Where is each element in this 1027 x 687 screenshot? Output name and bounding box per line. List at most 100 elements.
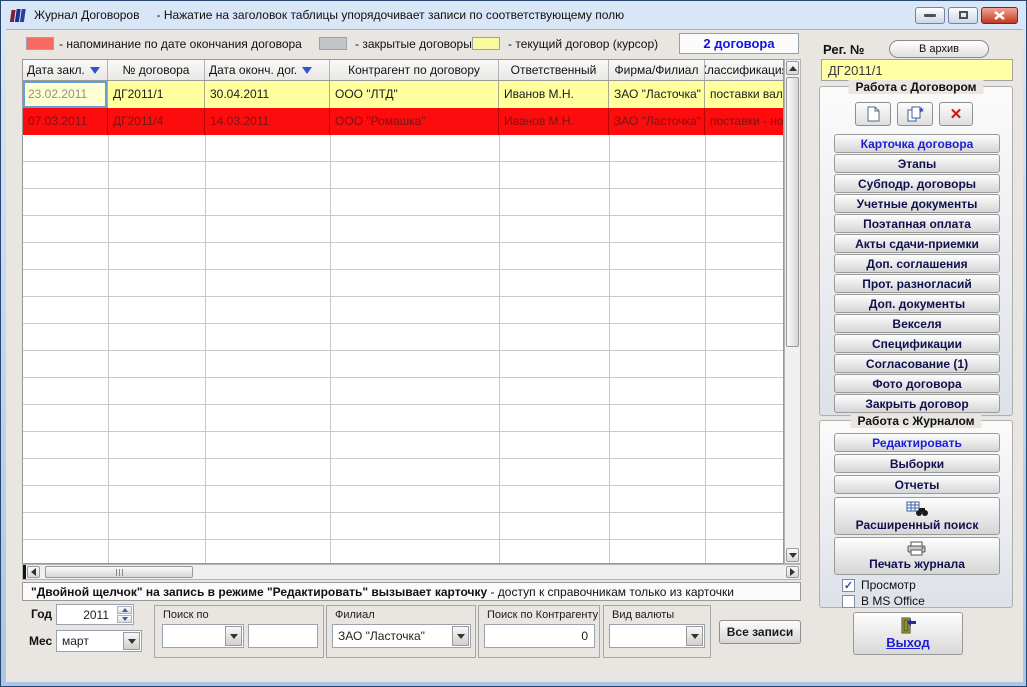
stages-button[interactable]: Этапы <box>834 154 1000 173</box>
cell-classification[interactable]: поставки валют <box>705 81 783 108</box>
currency-select[interactable] <box>609 624 705 648</box>
close-button[interactable] <box>981 6 1018 24</box>
column-header-date-start[interactable]: Дата закл. <box>23 60 108 80</box>
scroll-down-button[interactable] <box>786 548 799 562</box>
maximize-icon <box>958 11 968 19</box>
close-contract-button[interactable]: Закрыть договор <box>834 394 1000 413</box>
new-contract-button[interactable] <box>855 102 891 126</box>
maximize-button[interactable] <box>948 6 978 24</box>
column-header-responsible[interactable]: Ответственный <box>499 60 609 80</box>
currency-group: Вид валюты <box>603 605 711 658</box>
column-header-contractor[interactable]: Контрагент по договору <box>330 60 499 80</box>
promissory-notes-button[interactable]: Векселя <box>834 314 1000 333</box>
preview-checkbox-row[interactable]: ✓ Просмотр <box>842 578 916 592</box>
status-bar: "Двойной щелчок" на запись в режиме "Ред… <box>22 582 801 601</box>
arrow-left-icon <box>31 568 36 576</box>
scroll-left-button[interactable] <box>27 566 40 578</box>
cell-responsible[interactable]: Иванов М.Н. <box>499 81 609 108</box>
delete-x-icon: ✕ <box>949 105 963 123</box>
minimize-button[interactable] <box>915 6 945 24</box>
cell-responsible[interactable]: Иванов М.Н. <box>499 108 609 135</box>
preview-checkbox[interactable]: ✓ <box>842 578 855 592</box>
reg-number-field[interactable]: ДГ2011/1 <box>821 59 1013 81</box>
cell-firm[interactable]: ЗАО "Ласточка" <box>609 108 705 135</box>
column-header-date-end[interactable]: Дата оконч. дог. <box>205 60 330 80</box>
vertical-scroll-thumb[interactable] <box>786 77 799 347</box>
staged-payment-button[interactable]: Поэтапная оплата <box>834 214 1000 233</box>
cell-number[interactable]: ДГ2011/4 <box>108 108 205 135</box>
sort-desc-icon <box>302 66 313 74</box>
column-header-number[interactable]: № договора <box>108 60 205 80</box>
scroll-up-button[interactable] <box>786 61 799 75</box>
cell-date-start[interactable]: 07.03.2011 <box>23 108 108 135</box>
cell-contractor[interactable]: ООО "ЛТД" <box>330 81 499 108</box>
branch-select[interactable]: ЗАО "Ласточка" <box>332 624 471 648</box>
table-row-reminder[interactable]: 07.03.2011 ДГ2011/4 14.03.2011 ООО "Рома… <box>23 108 783 135</box>
month-select[interactable]: март <box>56 630 142 652</box>
advanced-search-button[interactable]: Расширенный поиск <box>834 497 1000 535</box>
legend-reminder-swatch <box>26 37 54 50</box>
exit-button[interactable]: Выход <box>853 612 963 655</box>
arrow-down-icon <box>788 552 797 558</box>
addendums-button[interactable]: Доп. соглашения <box>834 254 1000 273</box>
specifications-button[interactable]: Спецификации <box>834 334 1000 353</box>
edit-mode-button[interactable]: Редактировать <box>834 433 1000 452</box>
month-dropdown-button[interactable] <box>123 632 140 650</box>
search-by-select[interactable] <box>162 624 244 648</box>
selections-button[interactable]: Выборки <box>834 454 1000 473</box>
approval-button[interactable]: Согласование (1) <box>834 354 1000 373</box>
vertical-scrollbar[interactable] <box>784 59 801 564</box>
accounting-docs-button[interactable]: Учетные документы <box>834 194 1000 213</box>
print-journal-button[interactable]: Печать журнала <box>834 537 1000 575</box>
currency-dropdown-button[interactable] <box>686 626 703 646</box>
msoffice-checkbox[interactable] <box>842 594 855 608</box>
msoffice-checkbox-label: В MS Office <box>861 594 925 608</box>
contract-photo-button[interactable]: Фото договора <box>834 374 1000 393</box>
search-by-dropdown-button[interactable] <box>225 626 242 646</box>
cell-firm[interactable]: ЗАО "Ласточка" <box>609 81 705 108</box>
reports-button[interactable]: Отчеты <box>834 475 1000 494</box>
sort-desc-icon <box>89 66 100 74</box>
cell-date-end[interactable]: 30.04.2011 <box>205 81 330 108</box>
cell-date-start[interactable]: 23.02.2011 <box>23 81 108 108</box>
chevron-down-icon <box>229 633 238 639</box>
column-header-classification[interactable]: Классификация <box>705 60 783 80</box>
branch-dropdown-button[interactable] <box>452 626 469 646</box>
contractor-search-input[interactable]: 0 <box>484 624 595 648</box>
cell-contractor[interactable]: ООО "Ромашка" <box>330 108 499 135</box>
additional-docs-button[interactable]: Доп. документы <box>834 294 1000 313</box>
cell-number[interactable]: ДГ2011/1 <box>108 81 205 108</box>
branch-label: Филиал <box>335 609 375 621</box>
archive-button[interactable]: В архив <box>889 40 989 58</box>
cell-classification[interactable]: поставки - новы <box>705 108 783 135</box>
legend-closed-label: - закрытые договоры <box>355 37 472 51</box>
search-by-input[interactable] <box>248 624 318 648</box>
column-header-firm[interactable]: Фирма/Филиал <box>609 60 705 80</box>
year-up-button[interactable] <box>117 606 132 614</box>
minimize-icon <box>924 13 936 17</box>
horizontal-scrollbar[interactable] <box>22 564 801 580</box>
journal-panel: Работа с Журналом Редактировать Выборки … <box>819 414 1013 608</box>
contracts-table: Дата закл. № договора Дата оконч. дог. К… <box>22 59 801 580</box>
branch-value: ЗАО "Ласточка" <box>338 629 425 643</box>
subcontracts-button[interactable]: Субподр. договоры <box>834 174 1000 193</box>
delete-contract-button[interactable]: ✕ <box>939 102 973 126</box>
disagreement-protocols-button[interactable]: Прот. разногласий <box>834 274 1000 293</box>
splitter-mark <box>23 565 26 579</box>
month-value: март <box>62 634 89 648</box>
cell-date-end[interactable]: 14.03.2011 <box>205 108 330 135</box>
year-down-button[interactable] <box>117 615 132 623</box>
all-records-button[interactable]: Все записи <box>719 620 801 644</box>
spin-up-icon <box>121 608 128 612</box>
preview-checkbox-label: Просмотр <box>861 578 916 592</box>
msoffice-checkbox-row[interactable]: В MS Office <box>842 594 925 608</box>
copy-contract-button[interactable] <box>897 102 933 126</box>
table-row-current[interactable]: 23.02.2011 ДГ2011/1 30.04.2011 ООО "ЛТД"… <box>23 81 783 108</box>
acceptance-acts-button[interactable]: Акты сдачи-приемки <box>834 234 1000 253</box>
horizontal-scroll-thumb[interactable] <box>45 566 193 578</box>
scroll-right-button[interactable] <box>786 566 799 578</box>
print-journal-label: Печать журнала <box>869 557 965 571</box>
year-spinner[interactable]: 2011 <box>56 604 134 625</box>
legend-closed-swatch <box>319 37 347 50</box>
contract-card-button[interactable]: Карточка договора <box>834 134 1000 153</box>
